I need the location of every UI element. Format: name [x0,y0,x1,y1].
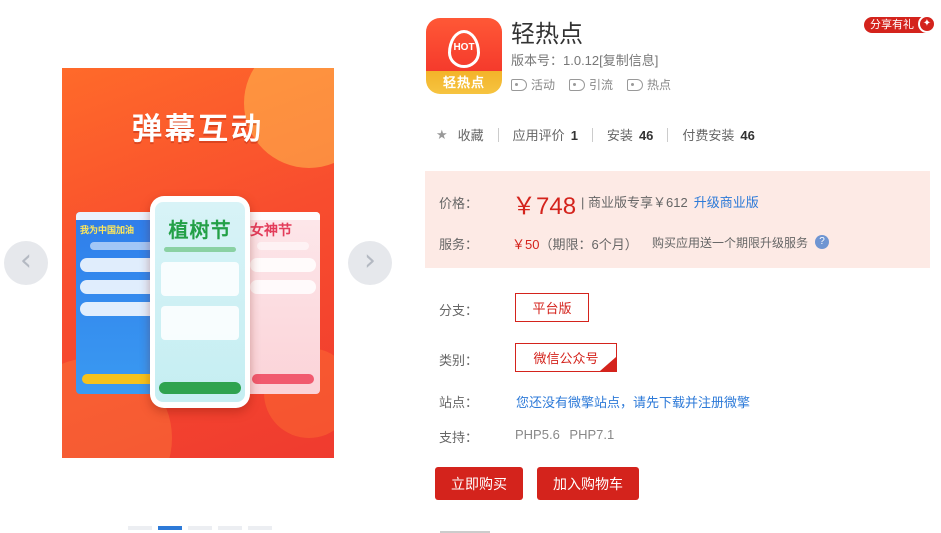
category-option[interactable]: 微信公众号 [515,343,617,372]
help-icon[interactable]: ? [815,235,829,249]
slide-dot[interactable] [188,526,212,530]
gift-icon: ✦ [918,15,936,33]
tag-icon [627,78,644,91]
app-title: 轻热点 [511,21,583,48]
tag-item[interactable]: 活动 [511,76,555,93]
favorite-button[interactable]: 收藏 [458,125,484,144]
preview-card-title: 女神节 [250,222,292,238]
prev-slide-button[interactable]: ‹ [4,241,48,285]
divider [591,127,593,142]
price-panel [425,171,930,268]
screenshot-gallery: ‹ 弹幕互动 我为中国加油 女神节 植树节 › [0,0,400,533]
version-number: 版本号：1.0.12 [511,53,600,68]
slide-indicator [128,526,272,530]
version-info: 版本号：1.0.12[复制信息] [511,50,658,69]
copy-info-link[interactable]: [复制信息] [599,53,658,68]
phone-mockup: 植树节 [150,196,250,408]
service-label: 服务： [439,237,479,252]
slide-title: 弹幕互动 [132,113,264,146]
slide-dot[interactable] [218,526,242,530]
chevron-right-icon: › [364,243,376,278]
support-versions: PHP5.6 PHP7.1 [515,427,615,442]
pro-price: | 商业版专享￥612 升级商业版 [581,195,759,210]
site-label: 站点： [439,395,479,410]
category-label: 类别： [439,353,479,368]
price-label: 价格： [439,196,479,211]
tag-icon [569,78,586,91]
stats-bar: ★ 收藏 应用评价 1 安装 46 付费安装 46 [436,125,755,144]
branch-option[interactable]: 平台版 [515,293,589,322]
slide-dot[interactable] [248,526,272,530]
next-slide-button[interactable]: › [348,241,392,285]
chevron-left-icon: ‹ [20,243,32,278]
install-stat: 安装 46 [606,128,654,143]
star-icon[interactable]: ★ [436,127,448,143]
share-button[interactable]: 分享有礼 ✦ [864,15,936,33]
rating-stat[interactable]: 应用评价 1 [513,125,578,144]
paid-install-stat: 付费安装 46 [682,128,755,143]
tag-list: 活动 引流 热点 [511,76,671,93]
slide-dot[interactable] [128,526,152,530]
buy-now-button[interactable]: 立即购买 [435,467,523,500]
tag-icon [511,78,527,91]
service-price: ￥50（期限：6个月） [512,237,638,252]
slide-dot-active[interactable] [158,526,182,530]
preview-card-pink: 女神节 [246,212,320,394]
upgrade-link[interactable]: 升级商业版 [694,195,759,210]
cut-off-text [440,528,490,533]
site-register-link[interactable]: 您还没有微擎站点，请先下载并注册微擎 [516,392,750,411]
price-value: ￥748 [512,193,577,220]
divider [667,127,669,142]
support-label: 支持： [439,430,479,445]
branch-label: 分支： [439,303,479,318]
app-icon-name: 轻热点 [442,75,485,90]
divider [497,127,499,142]
hot-badge: HOT [453,42,475,53]
phone-title: 植树节 [168,220,232,242]
app-icon: HOT 轻热点 [426,18,502,94]
tag-item[interactable]: 引流 [569,76,613,93]
tag-item[interactable]: 热点 [627,76,671,93]
add-to-cart-button[interactable]: 加入购物车 [537,467,639,500]
gallery-slide: 弹幕互动 我为中国加油 女神节 植树节 [62,68,334,458]
service-description: 购买应用送一个期限升级服务 [652,236,809,250]
